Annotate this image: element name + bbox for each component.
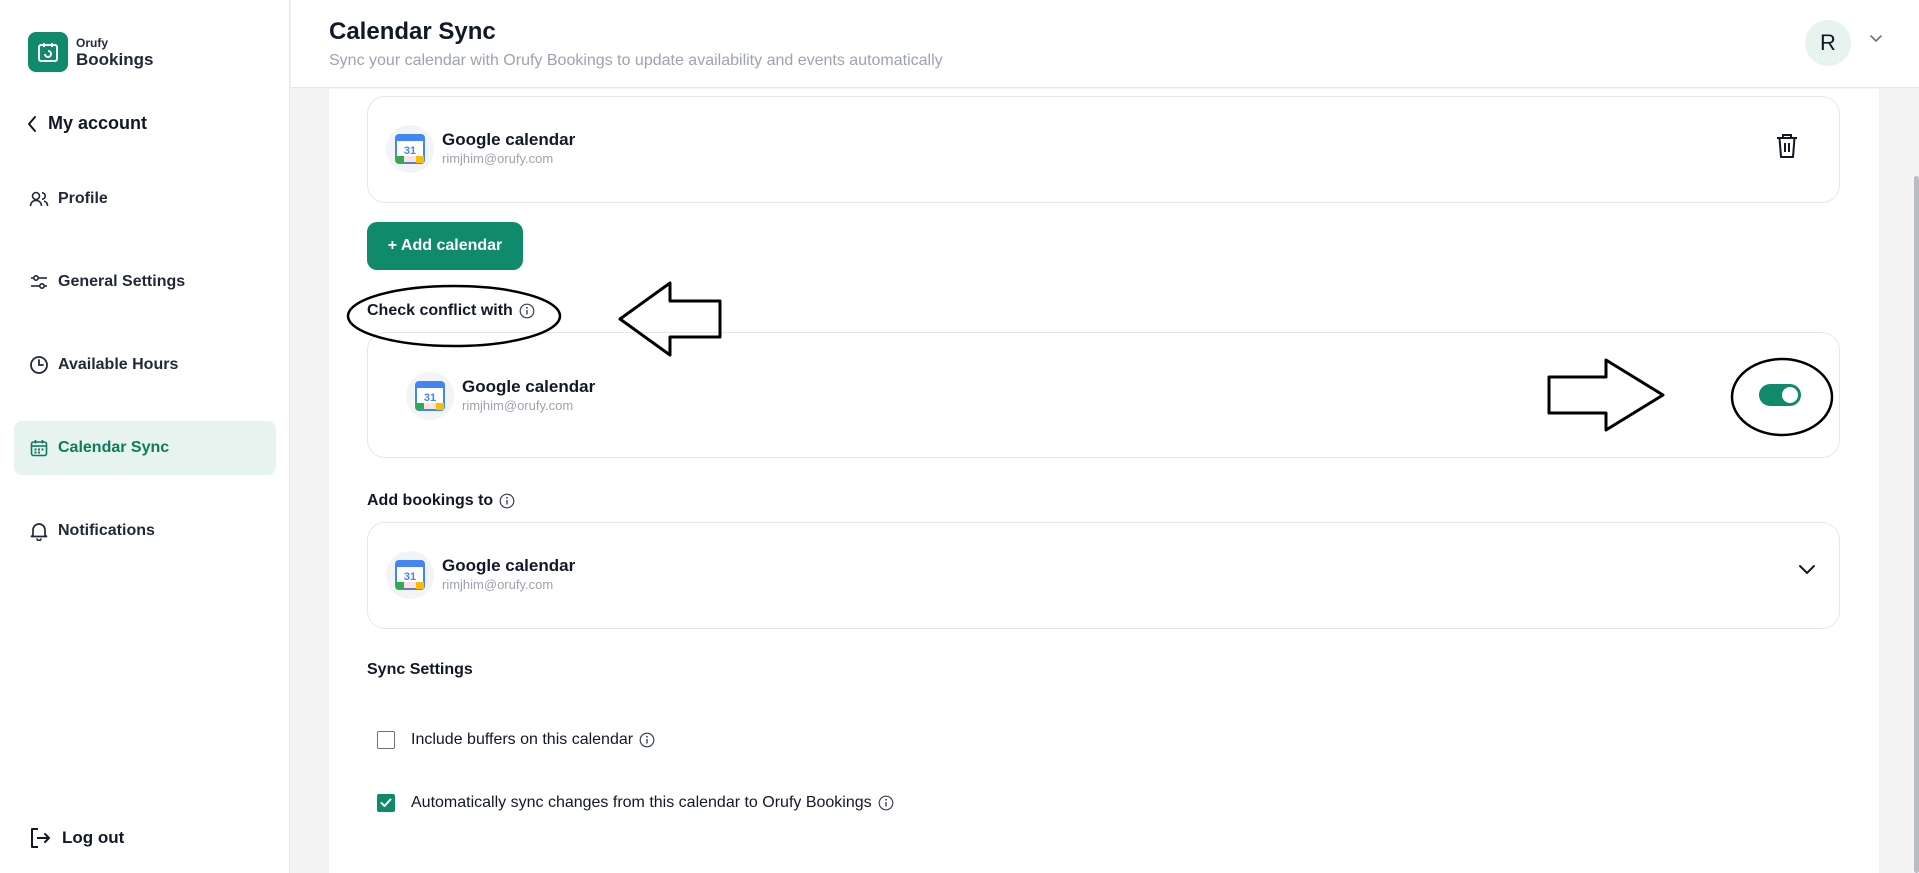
add-calendar-button[interactable]: + Add calendar xyxy=(367,222,523,270)
info-icon[interactable] xyxy=(878,795,894,811)
back-to-my-account[interactable]: My account xyxy=(26,113,147,134)
chevron-down-icon[interactable] xyxy=(1869,34,1883,44)
sliders-icon xyxy=(28,271,50,293)
sidebar-item-label: General Settings xyxy=(58,273,186,290)
calendar-name: Google calendar xyxy=(442,130,576,149)
logout-icon xyxy=(28,826,52,850)
google-calendar-icon: 31 xyxy=(386,551,434,599)
bell-icon xyxy=(28,520,50,542)
check-conflict-label-row: Check conflict with xyxy=(367,302,535,320)
brand-logo[interactable]: Orufy Bookings xyxy=(28,32,153,72)
calendar-name: Google calendar xyxy=(442,556,576,575)
chevron-down-icon[interactable] xyxy=(1797,563,1817,577)
page-header: Calendar Sync Sync your calendar with Or… xyxy=(291,0,1919,88)
brand-small: Orufy xyxy=(76,35,109,50)
sidebar-item-profile[interactable]: Profile xyxy=(14,172,276,226)
sidebar-item-label: Profile xyxy=(58,190,108,207)
check-icon xyxy=(380,798,392,807)
sidebar-item-label: Calendar Sync xyxy=(58,439,170,456)
page-subtitle: Sync your calendar with Orufy Bookings t… xyxy=(329,52,943,69)
users-icon xyxy=(28,188,50,210)
sync-settings-title: Sync Settings xyxy=(367,661,473,678)
sidebar-item-label: Notifications xyxy=(58,522,155,539)
page-title: Calendar Sync xyxy=(329,18,496,45)
google-calendar-icon: 31 xyxy=(386,125,434,173)
sidebar-item-available-hours[interactable]: Available Hours xyxy=(14,338,276,392)
sidebar-item-notifications[interactable]: Notifications xyxy=(14,504,276,558)
check-conflict-label: Check conflict with xyxy=(367,302,513,319)
calendar-email: rimjhim@orufy.com xyxy=(462,398,574,413)
brand-big: Bookings xyxy=(76,49,154,69)
calendar-row: 31 Google calendar rimjhim@orufy.com xyxy=(406,372,595,420)
chevron-left-icon xyxy=(26,115,38,133)
check-conflict-toggle[interactable] xyxy=(1759,384,1801,406)
sidebar-item-label: Available Hours xyxy=(58,356,179,373)
auto-sync-option[interactable]: Automatically sync changes from this cal… xyxy=(377,794,894,812)
info-icon[interactable] xyxy=(639,732,655,748)
logout-button[interactable]: Log out xyxy=(28,826,124,850)
toggle-knob xyxy=(1782,387,1798,403)
sidebar-item-general-settings[interactable]: General Settings xyxy=(14,255,276,309)
trash-icon[interactable] xyxy=(1775,133,1799,159)
calendar-icon xyxy=(28,437,50,459)
calendar-row: 31 Google calendar rimjhim@orufy.com xyxy=(386,125,575,173)
content-panel xyxy=(329,89,1879,873)
connected-calendar-card: 31 Google calendar rimjhim@orufy.com xyxy=(367,96,1840,203)
logout-label: Log out xyxy=(62,828,125,847)
calendar-row: 31 Google calendar rimjhim@orufy.com xyxy=(386,551,575,599)
google-calendar-icon: 31 xyxy=(406,372,454,420)
calendar-email: rimjhim@orufy.com xyxy=(442,151,554,166)
scrollbar[interactable] xyxy=(1914,176,1919,873)
info-icon[interactable] xyxy=(519,303,535,319)
calendar-email: rimjhim@orufy.com xyxy=(442,577,554,592)
add-bookings-label: Add bookings to xyxy=(367,492,494,509)
auto-sync-checkbox[interactable] xyxy=(377,794,395,812)
content-area xyxy=(291,89,1919,873)
calendar-name: Google calendar xyxy=(462,377,596,396)
info-icon[interactable] xyxy=(499,493,515,509)
add-bookings-select[interactable]: 31 Google calendar rimjhim@orufy.com xyxy=(367,522,1840,629)
include-buffers-option[interactable]: Include buffers on this calendar xyxy=(377,731,655,749)
include-buffers-checkbox[interactable] xyxy=(377,731,395,749)
svg-text:31: 31 xyxy=(404,145,416,157)
check-conflict-card: 31 Google calendar rimjhim@orufy.com xyxy=(367,332,1840,458)
option-label: Include buffers on this calendar xyxy=(411,731,634,748)
back-label: My account xyxy=(48,113,148,133)
sidebar-item-calendar-sync[interactable]: Calendar Sync xyxy=(14,421,276,475)
avatar[interactable]: R xyxy=(1805,20,1851,66)
calendar-logo-icon xyxy=(28,32,68,72)
option-label: Automatically sync changes from this cal… xyxy=(411,794,872,811)
svg-text:31: 31 xyxy=(404,571,416,583)
clock-icon xyxy=(28,354,50,376)
svg-text:31: 31 xyxy=(424,392,436,404)
sidebar: Orufy Bookings My account Profile Genera… xyxy=(0,0,290,873)
add-bookings-label-row: Add bookings to xyxy=(367,492,515,510)
